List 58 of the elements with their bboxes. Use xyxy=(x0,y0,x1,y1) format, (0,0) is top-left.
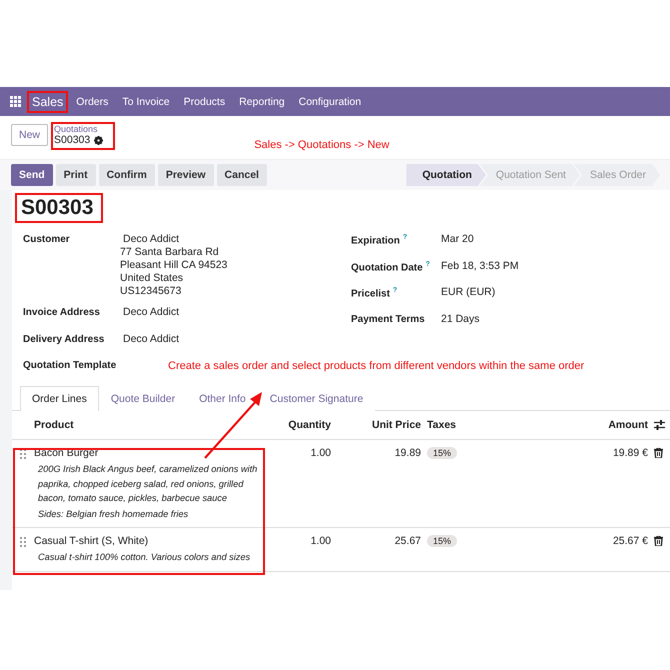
amount-cell-text: 25.67 € xyxy=(612,535,648,547)
field-value: US12345673 xyxy=(120,284,182,299)
action-button[interactable]: Confirm xyxy=(98,164,155,186)
app-name[interactable]: Sales xyxy=(27,90,68,112)
product-description: Casual t-shirt 100% cotton. Various colors and sizes xyxy=(38,551,252,564)
field-value: 77 Santa Barbara Rd xyxy=(120,245,220,260)
price-cell-text: 19.89 xyxy=(394,447,421,459)
field-value[interactable]: Feb 18, 3:53 PM xyxy=(441,258,670,287)
product-description: 200G Irish Black Angus beef, caramelized onions with paprika, chopped iceberg salad, red onions, grilled bacon, tomato sauce, pickles, barbecue sauce xyxy=(38,463,258,505)
column-header: Taxes xyxy=(427,419,456,431)
column-header: Product xyxy=(34,419,75,431)
field-label: Expiration $^{?}$ xyxy=(351,234,408,248)
tax-tag: 15% xyxy=(427,447,458,459)
menu-item[interactable]: To Invoice xyxy=(116,92,176,112)
status-stage[interactable]: Quotation xyxy=(406,164,486,186)
price-cell-text: 25.67 xyxy=(394,535,421,547)
menu-item[interactable]: Orders xyxy=(70,92,114,112)
field-label: Delivery Address xyxy=(23,334,106,346)
field-value[interactable]: Deco Addict xyxy=(123,232,351,247)
tax-tag: 15% xyxy=(427,535,458,547)
field-value[interactable]: Mar 20 xyxy=(441,232,670,260)
amount-cell-text: 19.89 € xyxy=(612,447,648,459)
field-label: Payment Terms xyxy=(351,314,426,326)
field-label: Quotation Template xyxy=(23,360,118,372)
quantity-cell-text: 1.00 xyxy=(310,447,331,459)
breadcrumb-link[interactable]: Quotations xyxy=(54,124,104,134)
help-tooltip[interactable]: ? xyxy=(402,234,408,241)
action-button[interactable]: Preview xyxy=(158,164,214,186)
field-value[interactable]: 21 Days xyxy=(441,312,670,340)
field-label: Pricelist $^{?}$ xyxy=(351,287,398,302)
annotation-text: Create a sales order and select products from different vendors within the same order xyxy=(168,360,584,372)
menu-item[interactable]: Reporting xyxy=(233,92,291,112)
field-value[interactable]: Deco Addict xyxy=(123,305,351,320)
product-name[interactable]: Casual T-shirt (S, White) xyxy=(34,535,148,547)
column-header: Quantity xyxy=(287,419,331,431)
field-label: Customer xyxy=(23,234,71,247)
menu-item[interactable]: Configuration xyxy=(292,92,368,112)
quantity-cell-text: 1.00 xyxy=(310,535,331,547)
help-tooltip[interactable]: ? xyxy=(392,287,398,294)
field-value: Pleasant Hill CA 94523 xyxy=(120,258,228,273)
help-tooltip[interactable]: ? xyxy=(426,260,430,268)
record-name: S00303 xyxy=(54,134,90,146)
action-button[interactable]: Print xyxy=(56,164,96,186)
field-value[interactable]: Deco Addict xyxy=(123,332,351,346)
menu-item[interactable]: Products xyxy=(178,92,232,112)
field-label: Invoice Address xyxy=(23,307,101,320)
action-button[interactable]: Cancel xyxy=(216,164,267,186)
column-header: Unit Price xyxy=(370,419,421,431)
field-label: Quotation Date $^{?}$ xyxy=(351,260,431,275)
primary-button[interactable]: Send xyxy=(11,164,53,186)
record-title: S00303 xyxy=(15,193,104,223)
annotation-text: Sales -> Quotations -> New xyxy=(254,139,390,151)
tab[interactable]: Order Lines xyxy=(20,386,99,411)
product-description: Sides: Belgian fresh homemade fries xyxy=(38,508,190,521)
field-value: United States xyxy=(120,271,184,286)
field-value[interactable]: EUR (EUR) xyxy=(441,285,670,314)
column-header: Amount xyxy=(607,419,648,431)
new-button[interactable]: New xyxy=(11,124,48,146)
